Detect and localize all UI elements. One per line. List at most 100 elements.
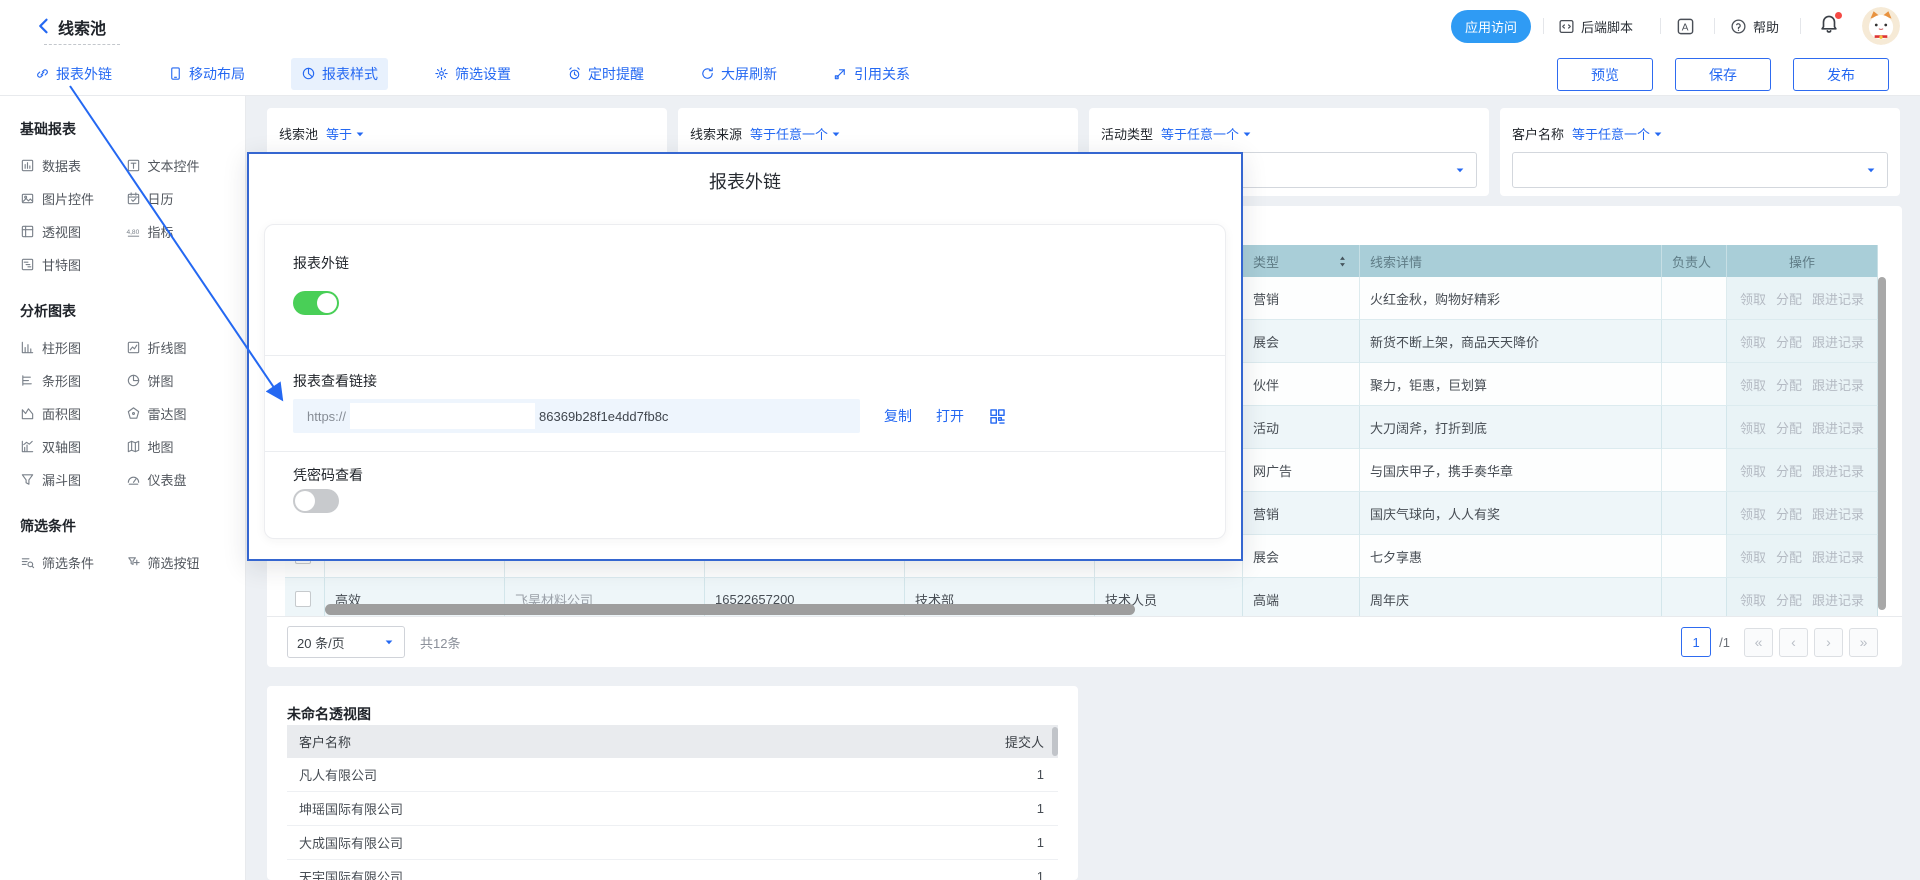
toolbar-item[interactable]: 大屏刷新 — [690, 58, 787, 90]
vertical-scrollbar[interactable] — [1878, 277, 1886, 610]
external-link-toggle[interactable] — [293, 291, 339, 315]
toolbar-item[interactable]: 移动布局 — [158, 58, 255, 90]
assign-link[interactable]: 分配 — [1776, 461, 1802, 480]
pivot-cell-count: 1 — [858, 767, 1058, 782]
widget-item[interactable]: 双轴图 — [20, 430, 126, 463]
page-size-select[interactable]: 20 条/页 — [287, 626, 405, 658]
th-type[interactable]: 类型 — [1243, 245, 1360, 277]
claim-link[interactable]: 领取 — [1740, 375, 1766, 394]
publish-button[interactable]: 发布 — [1793, 58, 1889, 91]
widget-item[interactable]: 日历 — [126, 182, 232, 215]
toolbar-item-label: 引用关系 — [854, 64, 910, 84]
widget-item-icon — [126, 340, 141, 355]
assign-link[interactable]: 分配 — [1776, 590, 1802, 609]
claim-link[interactable]: 领取 — [1740, 289, 1766, 308]
horizontal-scrollbar[interactable] — [325, 604, 1135, 615]
toolbar-item[interactable]: 引用关系 — [823, 58, 920, 90]
cell-owner — [1662, 535, 1727, 578]
widget-item[interactable]: 饼图 — [126, 364, 232, 397]
followup-link[interactable]: 跟进记录 — [1812, 332, 1864, 351]
filter-operator-dropdown[interactable]: 等于任意一个 — [750, 124, 842, 143]
notifications-button[interactable] — [1818, 13, 1842, 37]
qr-code-icon[interactable] — [988, 407, 1007, 426]
widget-item[interactable]: 文本控件 — [126, 149, 232, 182]
app-access-button[interactable]: 应用访问 — [1451, 10, 1531, 43]
filter-operator-dropdown[interactable]: 等于 — [326, 124, 366, 143]
widget-item[interactable]: 柱形图 — [20, 331, 126, 364]
toolbar-item[interactable]: 报表外链 — [25, 58, 122, 90]
toolbar-item[interactable]: 报表样式 — [291, 58, 388, 90]
followup-link[interactable]: 跟进记录 — [1812, 590, 1864, 609]
claim-link[interactable]: 领取 — [1740, 461, 1766, 480]
widget-grid: 柱形图 折线图 条形图 — [20, 331, 231, 496]
cell-detail: 国庆气球向，人人有奖 — [1360, 492, 1662, 535]
widget-item[interactable]: 4,80 指标 — [126, 215, 232, 248]
followup-link[interactable]: 跟进记录 — [1812, 375, 1864, 394]
widget-item[interactable]: 仪表盘 — [126, 463, 232, 496]
password-view-label: 凭密码查看 — [293, 465, 363, 485]
assign-link[interactable]: 分配 — [1776, 547, 1802, 566]
toolbar-item[interactable]: 定时提醒 — [557, 58, 654, 90]
claim-link[interactable]: 领取 — [1740, 332, 1766, 351]
followup-link[interactable]: 跟进记录 — [1812, 418, 1864, 437]
first-page-button[interactable]: « — [1744, 628, 1773, 657]
assign-link[interactable]: 分配 — [1776, 504, 1802, 523]
report-url-field[interactable]: https:// 86369b28f1e4dd7fb8c — [293, 399, 860, 433]
widget-item[interactable]: 漏斗图 — [20, 463, 126, 496]
widget-item[interactable]: 条形图 — [20, 364, 126, 397]
preview-button[interactable]: 预览 — [1557, 58, 1653, 91]
followup-link[interactable]: 跟进记录 — [1812, 504, 1864, 523]
assign-link[interactable]: 分配 — [1776, 418, 1802, 437]
widget-item[interactable]: 雷达图 — [126, 397, 232, 430]
open-link-button[interactable]: 打开 — [936, 406, 964, 426]
widget-item[interactable]: 透视图 — [20, 215, 126, 248]
filter-operator-dropdown[interactable]: 等于任意一个 — [1572, 124, 1664, 143]
widget-item[interactable]: 筛选按钮 — [126, 546, 232, 579]
row-checkbox[interactable] — [295, 591, 311, 607]
last-page-button[interactable]: » — [1849, 628, 1878, 657]
assign-link[interactable]: 分配 — [1776, 289, 1802, 308]
divider — [265, 451, 1225, 452]
sort-icon[interactable] — [1336, 255, 1349, 268]
assign-link[interactable]: 分配 — [1776, 375, 1802, 394]
current-page-box[interactable]: 1 — [1681, 627, 1711, 657]
followup-link[interactable]: 跟进记录 — [1812, 461, 1864, 480]
toolbar-item-label: 报表外链 — [56, 64, 112, 84]
widget-item[interactable]: 甘特图 — [20, 248, 126, 281]
th-ops-label: 操作 — [1789, 252, 1815, 271]
widget-item[interactable]: 筛选条件 — [20, 546, 126, 579]
save-button[interactable]: 保存 — [1675, 58, 1771, 91]
claim-link[interactable]: 领取 — [1740, 418, 1766, 437]
help-icon — [1730, 18, 1747, 35]
user-avatar[interactable] — [1862, 7, 1900, 45]
pivot-cell-count: 1 — [858, 801, 1058, 816]
widget-item[interactable]: 面积图 — [20, 397, 126, 430]
filter-field-name: 线索池 — [279, 124, 318, 143]
widget-item[interactable]: 数据表 — [20, 149, 126, 182]
claim-link[interactable]: 领取 — [1740, 504, 1766, 523]
pager: 1 /1 « ‹ › » — [1681, 627, 1878, 657]
backend-script-button[interactable]: 后端脚本 — [1558, 15, 1633, 37]
widget-item[interactable]: 地图 — [126, 430, 232, 463]
back-icon[interactable] — [34, 16, 54, 36]
filter-operator-dropdown[interactable]: 等于任意一个 — [1161, 124, 1253, 143]
widget-item[interactable]: 图片控件 — [20, 182, 126, 215]
prev-page-button[interactable]: ‹ — [1779, 628, 1808, 657]
widget-item[interactable]: 折线图 — [126, 331, 232, 364]
pivot-scrollbar[interactable] — [1052, 727, 1058, 756]
assign-link[interactable]: 分配 — [1776, 332, 1802, 351]
claim-link[interactable]: 领取 — [1740, 590, 1766, 609]
widget-item-icon — [126, 158, 141, 173]
claim-link[interactable]: 领取 — [1740, 547, 1766, 566]
next-page-button[interactable]: › — [1814, 628, 1843, 657]
widget-sidebar: 基础报表 数据表 文本控件 — [0, 95, 246, 880]
filter-operator-label: 等于任意一个 — [750, 124, 828, 143]
translate-button[interactable]: A — [1676, 15, 1695, 37]
help-button[interactable]: 帮助 — [1730, 15, 1779, 37]
copy-link-button[interactable]: 复制 — [884, 406, 912, 426]
filter-value-select[interactable] — [1512, 152, 1888, 188]
toolbar-item[interactable]: 筛选设置 — [424, 58, 521, 90]
password-view-toggle[interactable] — [293, 489, 339, 513]
followup-link[interactable]: 跟进记录 — [1812, 289, 1864, 308]
followup-link[interactable]: 跟进记录 — [1812, 547, 1864, 566]
